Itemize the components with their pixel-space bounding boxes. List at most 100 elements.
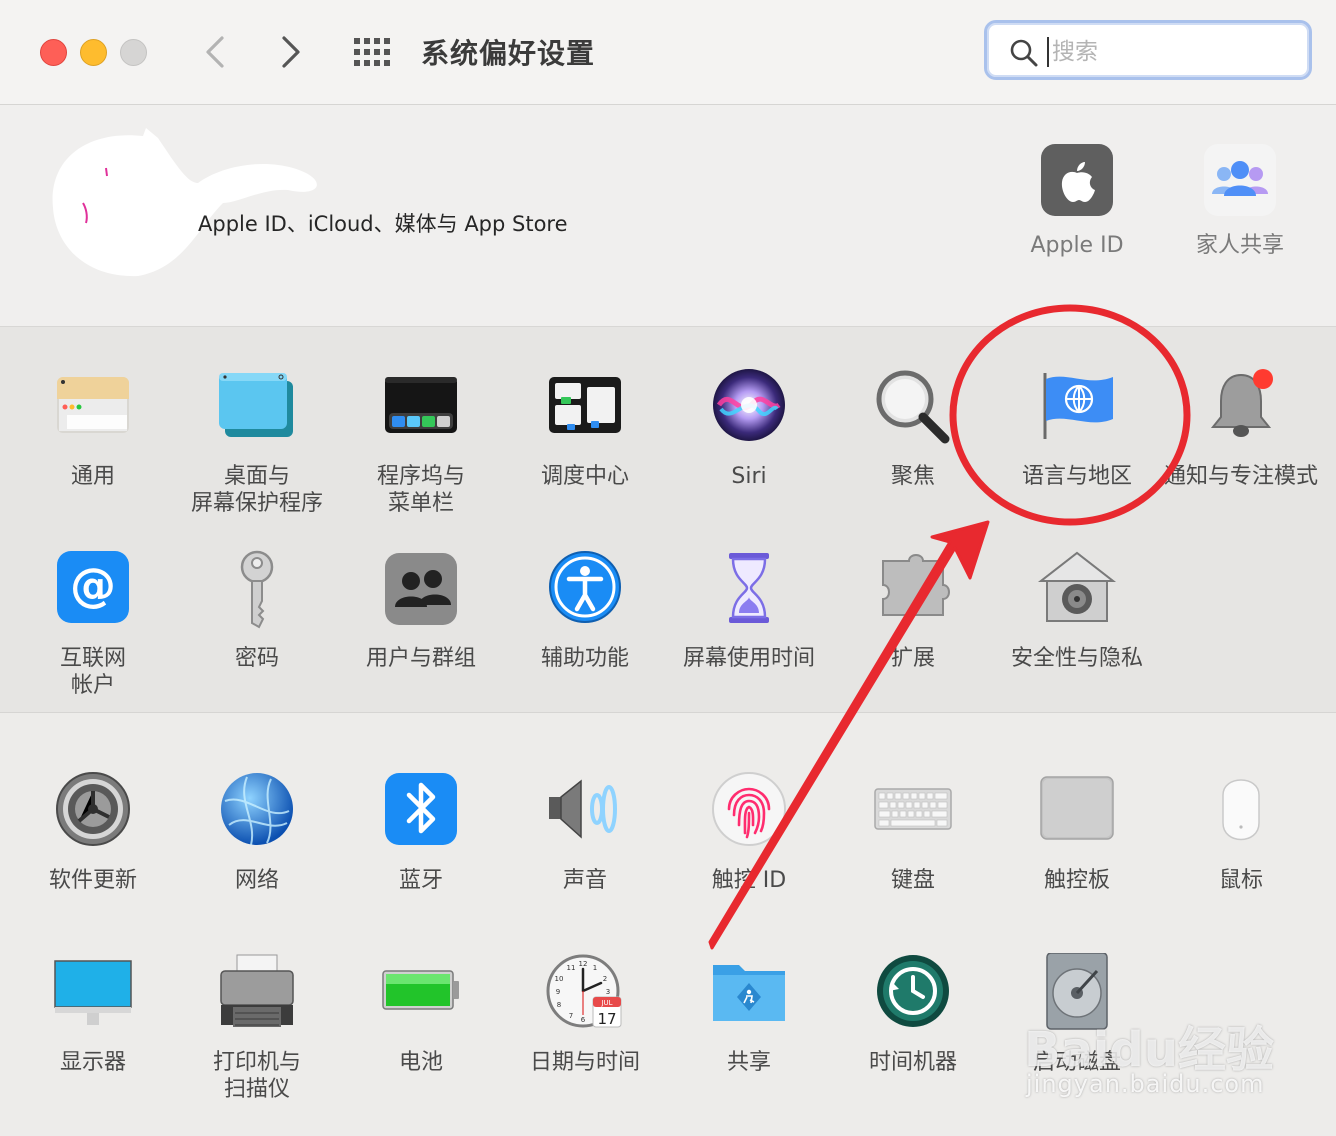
- general-icon: [57, 377, 129, 433]
- grid-icon: [354, 38, 390, 66]
- svg-text:2: 2: [603, 975, 607, 983]
- pane-security-privacy[interactable]: 安全性与隐私: [995, 549, 1159, 672]
- pane-bluetooth[interactable]: 蓝牙: [339, 771, 503, 894]
- pane-label: 打印机与 扫描仪: [212, 1050, 301, 1102]
- pane-label: 程序坞与 菜单栏: [376, 464, 465, 516]
- show-all-button[interactable]: [352, 38, 392, 66]
- title-bar: 系统偏好设置: [0, 0, 1336, 105]
- svg-text:9: 9: [556, 988, 560, 996]
- bluetooth-icon: [385, 773, 457, 845]
- search-field[interactable]: [984, 20, 1312, 80]
- text-caret: [1047, 37, 1049, 67]
- pane-spotlight[interactable]: 聚焦: [831, 367, 995, 490]
- software-update-icon: [56, 772, 130, 846]
- svg-text:11: 11: [567, 964, 576, 972]
- date-time-icon: 12 3 6 9 1110 87 12 JUL 17: [546, 954, 622, 1028]
- svg-text:1: 1: [593, 964, 597, 972]
- forward-button[interactable]: [270, 30, 310, 74]
- pane-sharing[interactable]: 共享: [667, 953, 831, 1076]
- sound-icon: [549, 779, 617, 839]
- pane-extensions[interactable]: 扩展: [831, 549, 995, 672]
- pane-label: 声音: [562, 868, 607, 893]
- pane-software-update[interactable]: 软件更新: [11, 771, 175, 894]
- pane-siri[interactable]: Siri: [667, 367, 831, 490]
- pane-family-sharing[interactable]: 家人共享: [1158, 144, 1322, 259]
- pane-label: 聚焦: [890, 464, 935, 489]
- pane-battery[interactable]: 电池: [339, 953, 503, 1076]
- pane-label: 调度中心: [540, 464, 629, 489]
- pane-mouse[interactable]: 鼠标: [1159, 771, 1323, 894]
- search-input[interactable]: [1050, 31, 1294, 73]
- svg-text:10: 10: [555, 975, 564, 983]
- pane-apple-id[interactable]: Apple ID: [995, 144, 1159, 259]
- pane-passwords[interactable]: 密码: [175, 549, 339, 672]
- pane-users-groups[interactable]: 用户与群组: [339, 549, 503, 672]
- pane-label: 鼠标: [1218, 868, 1263, 893]
- svg-text:12: 12: [579, 960, 588, 968]
- pane-general[interactable]: 通用: [11, 367, 175, 490]
- pane-mission-control[interactable]: 调度中心: [503, 367, 667, 490]
- pane-screen-time[interactable]: 屏幕使用时间: [667, 549, 831, 672]
- pane-label: 显示器: [59, 1050, 126, 1075]
- baidu-watermark-url: jingyan.baidu.com: [1026, 1070, 1265, 1098]
- avatar[interactable]: [48, 128, 328, 278]
- window-title: 系统偏好设置: [421, 37, 596, 70]
- pane-date-time[interactable]: 12 3 6 9 11 10 8 7 1 2 JUL 17 日期与时间: [503, 953, 667, 1076]
- network-icon: [221, 773, 293, 846]
- pane-label: 用户与群组: [365, 646, 476, 671]
- pane-label: 网络: [234, 868, 279, 893]
- pane-touch-id[interactable]: 触控 ID: [667, 771, 831, 894]
- pane-label: 家人共享: [1195, 233, 1284, 258]
- pane-label: 屏幕使用时间: [682, 646, 815, 671]
- pane-notifications[interactable]: 通知与专注模式: [1159, 367, 1323, 490]
- passwords-key-icon: [240, 550, 274, 629]
- pane-keyboard[interactable]: 键盘: [831, 771, 995, 894]
- pane-desktop-screensaver[interactable]: 桌面与 屏幕保护程序: [175, 367, 339, 517]
- pane-label: 互联网 帐户: [59, 646, 126, 698]
- pane-internet-accounts[interactable]: @ 互联网 帐户: [11, 549, 175, 699]
- pane-label: 电池: [398, 1050, 443, 1075]
- pane-label: 触控 ID: [711, 868, 787, 893]
- pane-label: 共享: [726, 1050, 771, 1075]
- pane-label: 扩展: [890, 646, 935, 671]
- pane-label: 日期与时间: [529, 1050, 640, 1075]
- pane-printers-scanners[interactable]: 打印机与 扫描仪: [175, 953, 339, 1103]
- apple-logo-icon: [1041, 144, 1113, 216]
- pane-accessibility[interactable]: 辅助功能: [503, 549, 667, 672]
- pane-language-region[interactable]: 语言与地区: [995, 367, 1159, 490]
- time-machine-icon: [877, 955, 949, 1027]
- pane-dock-menubar[interactable]: 程序坞与 菜单栏: [339, 367, 503, 517]
- search-icon: [1010, 39, 1038, 67]
- mouse-icon: [1222, 779, 1260, 841]
- calendar-day: 17: [597, 1010, 616, 1028]
- pane-network[interactable]: 网络: [175, 771, 339, 894]
- chevron-right-icon: [282, 36, 300, 68]
- close-window-button[interactable]: [40, 39, 67, 66]
- pane-displays[interactable]: 显示器: [11, 953, 175, 1076]
- accessibility-icon: [549, 551, 621, 623]
- calendar-month: JUL: [600, 999, 612, 1007]
- touch-id-icon: [712, 772, 786, 846]
- family-sharing-icon: [1204, 144, 1276, 216]
- printers-scanners-icon: [220, 954, 294, 1027]
- svg-text:6: 6: [581, 1016, 586, 1024]
- apple-id-account-label[interactable]: Apple ID、iCloud、媒体与 App Store: [198, 208, 568, 238]
- displays-icon: [54, 960, 132, 1025]
- back-button[interactable]: [196, 30, 236, 74]
- keyboard-icon: [874, 788, 952, 830]
- desktop-screensaver-icon: [219, 373, 293, 437]
- pane-label: 触控板: [1043, 868, 1110, 893]
- pane-label: 密码: [234, 646, 279, 671]
- svg-text:8: 8: [557, 1001, 561, 1009]
- zoom-window-button[interactable]: [120, 39, 147, 66]
- pane-sound[interactable]: 声音: [503, 771, 667, 894]
- battery-icon: [382, 970, 459, 1010]
- internet-accounts-icon: @: [57, 551, 129, 623]
- mission-control-icon: [549, 377, 621, 433]
- pane-label: 软件更新: [48, 868, 137, 893]
- pane-trackpad[interactable]: 触控板: [995, 771, 1159, 894]
- minimize-window-button[interactable]: [80, 39, 107, 66]
- sharing-icon: [713, 965, 785, 1021]
- pane-label: 安全性与隐私: [1010, 646, 1143, 671]
- pane-time-machine[interactable]: 时间机器: [831, 953, 995, 1076]
